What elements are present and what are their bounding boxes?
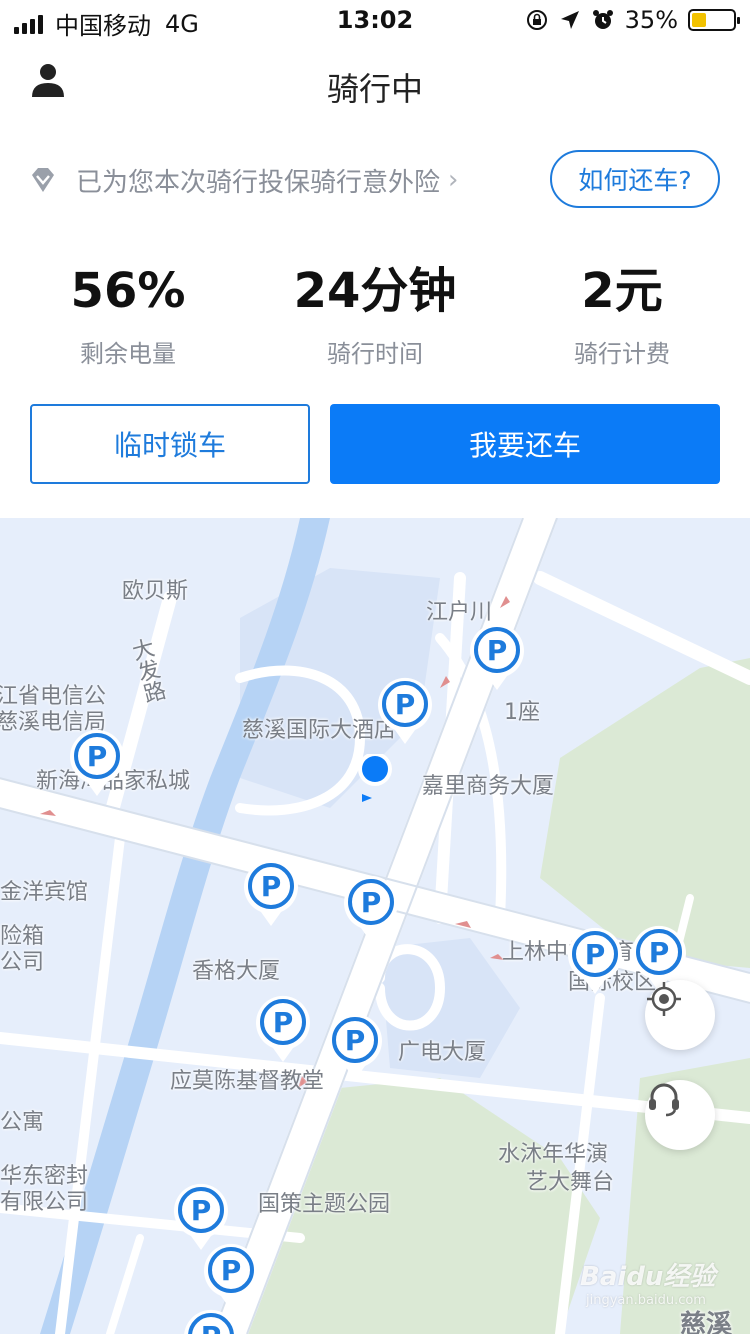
rotation-lock-icon	[526, 10, 547, 30]
map-label: 金洋宾馆	[0, 880, 89, 905]
map-view[interactable]: 欧贝斯 大发路 江户川 1座 江省电信公 慈溪电信局 慈溪国际大酒店 新海湾品家…	[0, 518, 750, 1334]
stat-fare-label: 骑行计费	[574, 340, 670, 368]
status-bar: 中国移动 4G 13:02 35%	[0, 0, 750, 42]
parking-pin-icon[interactable]: P	[200, 1240, 262, 1312]
stat-ride-time: 24分钟 骑行时间	[250, 258, 500, 369]
how-to-return-button[interactable]: 如何还车?	[550, 150, 720, 208]
diamond-icon	[32, 168, 54, 192]
svg-text:P: P	[201, 1320, 222, 1334]
svg-text:P: P	[487, 634, 508, 667]
svg-text:P: P	[395, 688, 416, 721]
parking-pin-icon[interactable]: P	[374, 674, 436, 746]
baidu-watermark: Baidu经验 jingyan.baidu.com	[580, 1256, 715, 1308]
map-label: 欧贝斯	[122, 579, 189, 604]
stat-ride-time-label: 骑行时间	[327, 340, 423, 368]
watermark-sub: jingyan.baidu.com	[586, 1293, 706, 1308]
svg-text:P: P	[361, 886, 382, 919]
parking-pin-icon[interactable]: P	[564, 924, 626, 996]
return-bike-button[interactable]: 我要还车	[330, 404, 720, 484]
parking-pin-icon[interactable]: P	[324, 1010, 386, 1082]
svg-text:P: P	[191, 1194, 212, 1227]
map-label: 慈溪国际大酒店	[242, 718, 397, 743]
stat-fare: 2元 骑行计费	[497, 258, 747, 369]
parking-pin-icon[interactable]: P	[180, 1306, 242, 1334]
map-label: 1座	[504, 700, 540, 725]
current-location-marker	[358, 754, 392, 802]
svg-text:P: P	[87, 740, 108, 773]
headset-icon	[649, 1083, 679, 1117]
svg-text:P: P	[649, 936, 670, 969]
stat-battery-label: 剩余电量	[80, 340, 176, 368]
stat-battery: 56% 剩余电量	[3, 258, 253, 369]
map-label: 慈溪	[680, 1310, 733, 1334]
parking-pin-icon[interactable]: P	[240, 856, 302, 928]
insurance-notice[interactable]: 已为您本次骑行投保骑行意外险 ›	[28, 152, 458, 208]
stat-fare-value: 2元	[581, 263, 663, 319]
map-label: 广电大厦	[398, 1040, 487, 1065]
temp-lock-button[interactable]: 临时锁车	[30, 404, 310, 484]
locate-button[interactable]	[645, 980, 715, 1050]
watermark-text: Baidu经验	[580, 1262, 716, 1292]
header: 骑行中	[0, 42, 750, 130]
chevron-right-icon: ›	[448, 165, 459, 195]
page-title: 骑行中	[326, 70, 423, 108]
svg-text:P: P	[261, 870, 282, 903]
map-label: 公司	[0, 950, 45, 975]
stat-ride-time-value: 24分钟	[293, 263, 457, 319]
map-label: 公寓	[0, 1110, 45, 1135]
location-arrow-icon	[560, 11, 579, 29]
map-label: 应莫陈基督教堂	[170, 1069, 325, 1094]
svg-text:P: P	[585, 938, 606, 971]
stat-battery-value: 56%	[70, 263, 186, 319]
svg-text:P: P	[273, 1006, 294, 1039]
svg-text:P: P	[221, 1254, 242, 1287]
locate-crosshair-icon	[647, 982, 681, 1016]
map-label: 国策主题公园	[258, 1192, 391, 1217]
alarm-icon	[592, 10, 613, 29]
svg-text:P: P	[345, 1024, 366, 1057]
battery-level-fill	[692, 13, 706, 27]
parking-pin-icon[interactable]: P	[340, 872, 402, 944]
parking-pin-icon[interactable]: P	[66, 726, 128, 798]
parking-pin-icon[interactable]: P	[466, 620, 528, 692]
battery-percent: 35%	[624, 6, 678, 34]
parking-pin-icon[interactable]: P	[252, 992, 314, 1064]
battery-icon	[688, 9, 740, 31]
map-label: 香格大厦	[192, 959, 281, 984]
map-label: 有限公司	[0, 1190, 89, 1215]
map-label: 艺大舞台	[526, 1170, 615, 1195]
map-label: 嘉里商务大厦	[422, 774, 555, 799]
customer-service-button[interactable]	[645, 1080, 715, 1150]
insurance-text: 已为您本次骑行投保骑行意外险	[76, 167, 441, 198]
